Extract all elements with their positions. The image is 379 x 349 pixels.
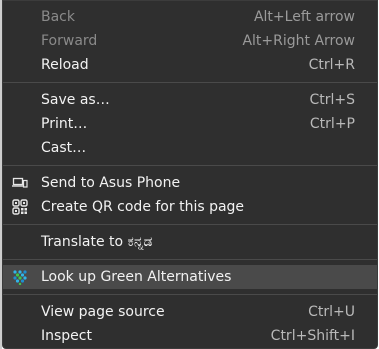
menu-item-save-as[interactable]: Save as… Ctrl+S <box>3 88 377 112</box>
menu-item-label: Print… <box>41 116 88 132</box>
menu-item-label: View page source <box>41 304 165 320</box>
menu-item-back: Back Alt+Left arrow <box>3 5 377 29</box>
menu-item-send-to-device[interactable]: Send to Asus Phone <box>3 171 377 195</box>
menu-item-shortcut: Ctrl+R <box>308 57 355 73</box>
menu-item-look-up-green-alternatives[interactable]: Look up Green Alternatives <box>3 265 377 289</box>
menu-separator <box>3 165 377 166</box>
menu-item-label: Back <box>41 9 75 25</box>
menu-item-label: Translate to ಕನ್ನಡ <box>41 234 153 250</box>
menu-item-label: Cast… <box>41 140 87 156</box>
menu-item-shortcut: Ctrl+U <box>308 304 355 320</box>
menu-item-label: Inspect <box>41 328 92 344</box>
menu-item-print[interactable]: Print… Ctrl+P <box>3 112 377 136</box>
menu-item-shortcut: Ctrl+S <box>309 92 355 108</box>
menu-item-label: Save as… <box>41 92 110 108</box>
menu-item-view-page-source[interactable]: View page source Ctrl+U <box>3 300 377 324</box>
menu-item-reload[interactable]: Reload Ctrl+R <box>3 53 377 77</box>
qr-code-icon <box>12 199 28 215</box>
menu-item-shortcut: Alt+Left arrow <box>253 9 355 25</box>
menu-item-label: Create QR code for this page <box>41 199 245 215</box>
menu-separator <box>3 294 377 295</box>
menu-item-inspect[interactable]: Inspect Ctrl+Shift+I <box>3 324 377 348</box>
menu-separator <box>3 259 377 260</box>
page: Back Alt+Left arrow Forward Alt+Right Ar… <box>0 0 379 349</box>
menu-item-translate[interactable]: Translate to ಕನ್ನಡ <box>3 230 377 254</box>
menu-item-label: Forward <box>41 33 98 49</box>
menu-item-create-qr-code[interactable]: Create QR code for this page <box>3 195 377 219</box>
menu-item-forward: Forward Alt+Right Arrow <box>3 29 377 53</box>
menu-separator <box>3 82 377 83</box>
menu-item-shortcut: Ctrl+P <box>309 116 355 132</box>
menu-item-label: Reload <box>41 57 89 73</box>
menu-item-label: Send to Asus Phone <box>41 175 181 191</box>
menu-item-cast[interactable]: Cast… <box>3 136 377 160</box>
context-menu: Back Alt+Left arrow Forward Alt+Right Ar… <box>2 0 378 349</box>
menu-item-shortcut: Ctrl+Shift+I <box>270 328 355 344</box>
menu-item-label: Look up Green Alternatives <box>41 269 232 285</box>
menu-separator <box>3 224 377 225</box>
extension-dots-icon <box>12 269 28 286</box>
menu-item-shortcut: Alt+Right Arrow <box>242 33 355 49</box>
laptop-phone-icon <box>12 175 28 191</box>
